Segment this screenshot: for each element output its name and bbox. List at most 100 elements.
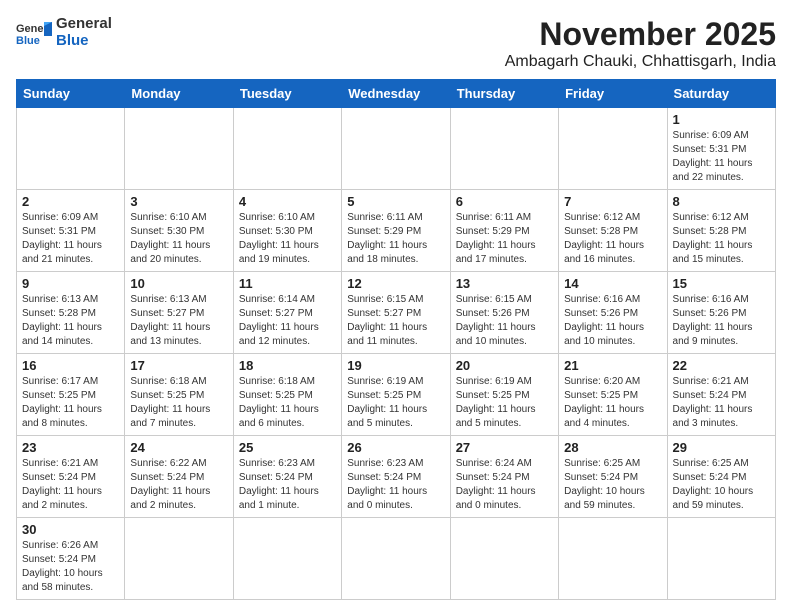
weekday-header-monday: Monday xyxy=(125,80,233,108)
day-info: Sunrise: 6:16 AM Sunset: 5:26 PM Dayligh… xyxy=(673,293,770,349)
day-number: 22 xyxy=(673,358,770,373)
calendar-week-1: 1 Sunrise: 6:09 AM Sunset: 5:31 PM Daylig… xyxy=(17,108,776,190)
day-number: 29 xyxy=(673,440,770,455)
calendar-week-4: 16 Sunrise: 6:17 AM Sunset: 5:25 PM Dayli… xyxy=(17,354,776,436)
calendar-cell xyxy=(667,518,775,600)
weekday-header-row: SundayMondayTuesdayWednesdayThursdayFrid… xyxy=(17,80,776,108)
day-number: 8 xyxy=(673,194,770,209)
calendar-cell: 20Sunrise: 6:19 AM Sunset: 5:25 PM Dayli… xyxy=(450,354,558,436)
day-info: Sunrise: 6:09 AM Sunset: 5:31 PM Dayligh… xyxy=(22,211,119,267)
day-number: 13 xyxy=(456,276,553,291)
day-info: Sunrise: 6:12 AM Sunset: 5:28 PM Dayligh… xyxy=(564,211,661,267)
calendar-cell: 24 Sunrise: 6:22 AM Sunset: 5:24 PM Dayli… xyxy=(125,436,233,518)
calendar-cell: 11 Sunrise: 6:14 AM Sunset: 5:27 PM Dayli… xyxy=(233,272,341,354)
calendar-cell: 5Sunrise: 6:11 AM Sunset: 5:29 PM Daylig… xyxy=(342,190,450,272)
day-number: 11 xyxy=(239,276,336,291)
calendar-cell: 19 Sunrise: 6:19 AM Sunset: 5:25 PM Dayli… xyxy=(342,354,450,436)
day-info: Sunrise: 6:17 AM Sunset: 5:25 PM Dayligh… xyxy=(22,375,119,431)
day-info: Sunrise: 6:24 AM Sunset: 5:24 PM Dayligh… xyxy=(456,457,553,513)
calendar-week-2: 2 Sunrise: 6:09 AM Sunset: 5:31 PM Daylig… xyxy=(17,190,776,272)
calendar-cell: 15 Sunrise: 6:16 AM Sunset: 5:26 PM Dayli… xyxy=(667,272,775,354)
logo-text: General Blue xyxy=(56,16,112,49)
calendar-cell: 17Sunrise: 6:18 AM Sunset: 5:25 PM Dayli… xyxy=(125,354,233,436)
calendar-week-5: 23Sunrise: 6:21 AM Sunset: 5:24 PM Dayli… xyxy=(17,436,776,518)
calendar-cell: 12 Sunrise: 6:15 AM Sunset: 5:27 PM Dayli… xyxy=(342,272,450,354)
calendar-cell xyxy=(233,108,341,190)
day-info: Sunrise: 6:15 AM Sunset: 5:27 PM Dayligh… xyxy=(347,293,444,349)
calendar-cell: 10Sunrise: 6:13 AM Sunset: 5:27 PM Dayli… xyxy=(125,272,233,354)
weekday-header-saturday: Saturday xyxy=(667,80,775,108)
day-number: 17 xyxy=(130,358,227,373)
day-info: Sunrise: 6:25 AM Sunset: 5:24 PM Dayligh… xyxy=(673,457,770,513)
day-info: Sunrise: 6:09 AM Sunset: 5:31 PM Dayligh… xyxy=(673,129,770,185)
calendar-cell: 30 Sunrise: 6:26 AM Sunset: 5:24 PM Dayli… xyxy=(17,518,125,600)
calendar-cell: 21Sunrise: 6:20 AM Sunset: 5:25 PM Dayli… xyxy=(559,354,667,436)
page-header: General Blue General Blue November 2025 … xyxy=(16,16,776,71)
calendar-cell: 2 Sunrise: 6:09 AM Sunset: 5:31 PM Daylig… xyxy=(17,190,125,272)
day-number: 28 xyxy=(564,440,661,455)
calendar-cell xyxy=(342,518,450,600)
day-number: 19 xyxy=(347,358,444,373)
day-info: Sunrise: 6:18 AM Sunset: 5:25 PM Dayligh… xyxy=(239,375,336,431)
day-number: 3 xyxy=(130,194,227,209)
calendar-cell: 29 Sunrise: 6:25 AM Sunset: 5:24 PM Dayli… xyxy=(667,436,775,518)
day-number: 30 xyxy=(22,522,119,537)
day-info: Sunrise: 6:19 AM Sunset: 5:25 PM Dayligh… xyxy=(347,375,444,431)
day-number: 6 xyxy=(456,194,553,209)
calendar-cell xyxy=(559,518,667,600)
calendar-cell: 9Sunrise: 6:13 AM Sunset: 5:28 PM Daylig… xyxy=(17,272,125,354)
calendar-cell: 1 Sunrise: 6:09 AM Sunset: 5:31 PM Daylig… xyxy=(667,108,775,190)
day-number: 27 xyxy=(456,440,553,455)
calendar-cell: 22Sunrise: 6:21 AM Sunset: 5:24 PM Dayli… xyxy=(667,354,775,436)
calendar-cell: 4Sunrise: 6:10 AM Sunset: 5:30 PM Daylig… xyxy=(233,190,341,272)
calendar-cell: 3Sunrise: 6:10 AM Sunset: 5:30 PM Daylig… xyxy=(125,190,233,272)
day-info: Sunrise: 6:25 AM Sunset: 5:24 PM Dayligh… xyxy=(564,457,661,513)
day-number: 12 xyxy=(347,276,444,291)
day-number: 1 xyxy=(673,112,770,127)
location-subtitle: Ambagarh Chauki, Chhattisgarh, India xyxy=(505,53,776,71)
day-info: Sunrise: 6:26 AM Sunset: 5:24 PM Dayligh… xyxy=(22,539,119,595)
day-info: Sunrise: 6:14 AM Sunset: 5:27 PM Dayligh… xyxy=(239,293,336,349)
calendar-week-6: 30 Sunrise: 6:26 AM Sunset: 5:24 PM Dayli… xyxy=(17,518,776,600)
day-number: 2 xyxy=(22,194,119,209)
calendar-cell: 13Sunrise: 6:15 AM Sunset: 5:26 PM Dayli… xyxy=(450,272,558,354)
day-info: Sunrise: 6:21 AM Sunset: 5:24 PM Dayligh… xyxy=(22,457,119,513)
calendar-cell xyxy=(450,108,558,190)
day-info: Sunrise: 6:10 AM Sunset: 5:30 PM Dayligh… xyxy=(239,211,336,267)
day-info: Sunrise: 6:16 AM Sunset: 5:26 PM Dayligh… xyxy=(564,293,661,349)
day-number: 5 xyxy=(347,194,444,209)
calendar-cell: 16 Sunrise: 6:17 AM Sunset: 5:25 PM Dayli… xyxy=(17,354,125,436)
calendar-cell: 28 Sunrise: 6:25 AM Sunset: 5:24 PM Dayli… xyxy=(559,436,667,518)
day-number: 20 xyxy=(456,358,553,373)
day-number: 16 xyxy=(22,358,119,373)
weekday-header-friday: Friday xyxy=(559,80,667,108)
weekday-header-sunday: Sunday xyxy=(17,80,125,108)
day-number: 24 xyxy=(130,440,227,455)
logo-general-part: General xyxy=(56,16,112,33)
calendar-cell: 7 Sunrise: 6:12 AM Sunset: 5:28 PM Daylig… xyxy=(559,190,667,272)
day-info: Sunrise: 6:22 AM Sunset: 5:24 PM Dayligh… xyxy=(130,457,227,513)
day-number: 25 xyxy=(239,440,336,455)
weekday-header-wednesday: Wednesday xyxy=(342,80,450,108)
weekday-header-tuesday: Tuesday xyxy=(233,80,341,108)
day-number: 7 xyxy=(564,194,661,209)
title-section: November 2025 Ambagarh Chauki, Chhattisg… xyxy=(505,16,776,71)
day-number: 15 xyxy=(673,276,770,291)
calendar-cell: 25 Sunrise: 6:23 AM Sunset: 5:24 PM Dayli… xyxy=(233,436,341,518)
calendar-cell xyxy=(559,108,667,190)
day-info: Sunrise: 6:12 AM Sunset: 5:28 PM Dayligh… xyxy=(673,211,770,267)
calendar-cell: 18 Sunrise: 6:18 AM Sunset: 5:25 PM Dayli… xyxy=(233,354,341,436)
calendar-cell xyxy=(233,518,341,600)
day-number: 18 xyxy=(239,358,336,373)
calendar-cell xyxy=(125,108,233,190)
weekday-header-thursday: Thursday xyxy=(450,80,558,108)
day-info: Sunrise: 6:23 AM Sunset: 5:24 PM Dayligh… xyxy=(347,457,444,513)
calendar-week-3: 9Sunrise: 6:13 AM Sunset: 5:28 PM Daylig… xyxy=(17,272,776,354)
day-info: Sunrise: 6:13 AM Sunset: 5:28 PM Dayligh… xyxy=(22,293,119,349)
day-info: Sunrise: 6:20 AM Sunset: 5:25 PM Dayligh… xyxy=(564,375,661,431)
day-number: 26 xyxy=(347,440,444,455)
calendar-cell: 26 Sunrise: 6:23 AM Sunset: 5:24 PM Dayli… xyxy=(342,436,450,518)
calendar-cell: 27 Sunrise: 6:24 AM Sunset: 5:24 PM Dayli… xyxy=(450,436,558,518)
day-number: 14 xyxy=(564,276,661,291)
day-info: Sunrise: 6:23 AM Sunset: 5:24 PM Dayligh… xyxy=(239,457,336,513)
